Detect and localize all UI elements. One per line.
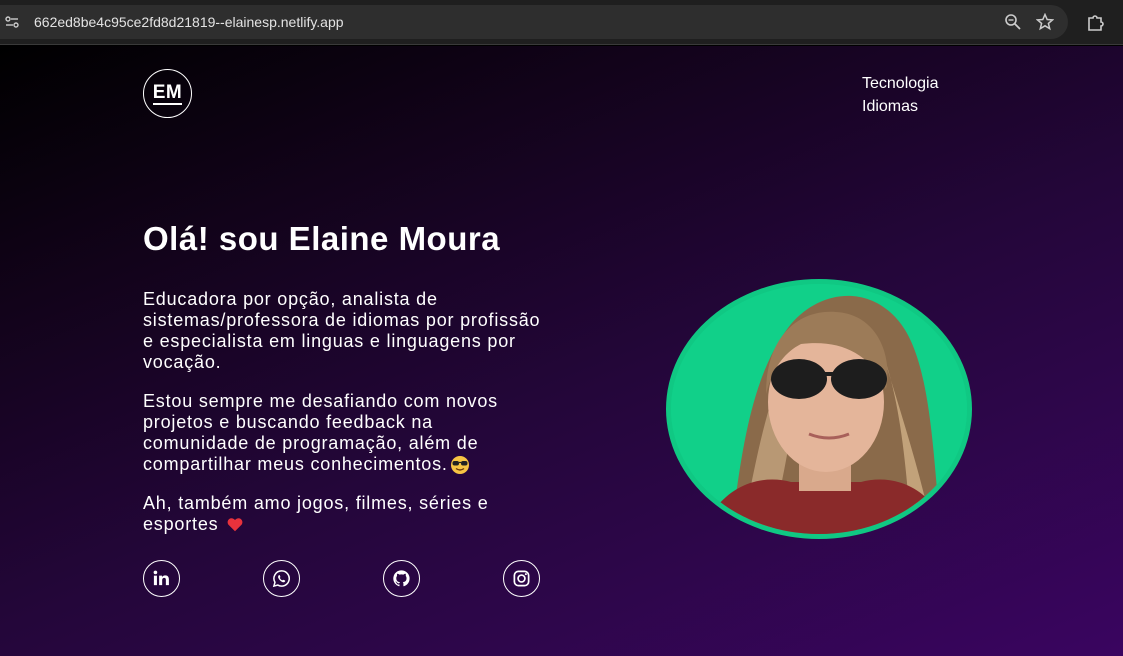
linkedin-icon[interactable] — [143, 560, 180, 597]
bio-text-3: Ah, também amo jogos, filmes, séries e e… — [143, 493, 489, 535]
logo[interactable]: EM — [143, 69, 192, 118]
nav-link-idiomas[interactable]: Idiomas — [862, 95, 939, 118]
heart-emoji — [226, 516, 246, 536]
page-title: Olá! sou Elaine Moura — [143, 220, 501, 257]
profile-photo — [666, 279, 972, 539]
bio-paragraph-2: Estou sempre me desafiando com novos pro… — [143, 391, 543, 475]
zoom-icon[interactable] — [1004, 13, 1022, 31]
address-bar[interactable]: 662ed8be4c95ce2fd8d21819--elainesp.netli… — [0, 5, 1068, 39]
star-icon[interactable] — [1035, 12, 1055, 31]
profile-photo-illustration — [671, 284, 967, 534]
sunglasses-emoji — [450, 455, 470, 475]
bio-paragraph-1: Educadora por opção, analista de sistema… — [143, 289, 543, 373]
main-nav: Tecnologia Idiomas — [862, 72, 939, 118]
social-links — [143, 560, 543, 600]
logo-text: EM — [152, 81, 183, 105]
browser-toolbar: 662ed8be4c95ce2fd8d21819--elainesp.netli… — [0, 0, 1123, 45]
bio-paragraph-3: Ah, também amo jogos, filmes, séries e e… — [143, 493, 543, 535]
site-info-icon[interactable] — [4, 14, 20, 30]
instagram-icon[interactable] — [503, 560, 540, 597]
whatsapp-icon[interactable] — [263, 560, 300, 597]
bio-text-2: Estou sempre me desafiando com novos pro… — [143, 391, 498, 474]
bio-text-1: Educadora por opção, analista de sistema… — [143, 289, 541, 372]
portfolio-page: EM Tecnologia Idiomas Olá! sou Elaine Mo… — [0, 46, 1123, 656]
bio-section: Educadora por opção, analista de sistema… — [143, 289, 543, 554]
nav-link-tecnologia[interactable]: Tecnologia — [862, 72, 939, 95]
url-text[interactable]: 662ed8be4c95ce2fd8d21819--elainesp.netli… — [34, 14, 344, 30]
github-icon[interactable] — [383, 560, 420, 597]
extensions-icon[interactable] — [1086, 12, 1106, 32]
